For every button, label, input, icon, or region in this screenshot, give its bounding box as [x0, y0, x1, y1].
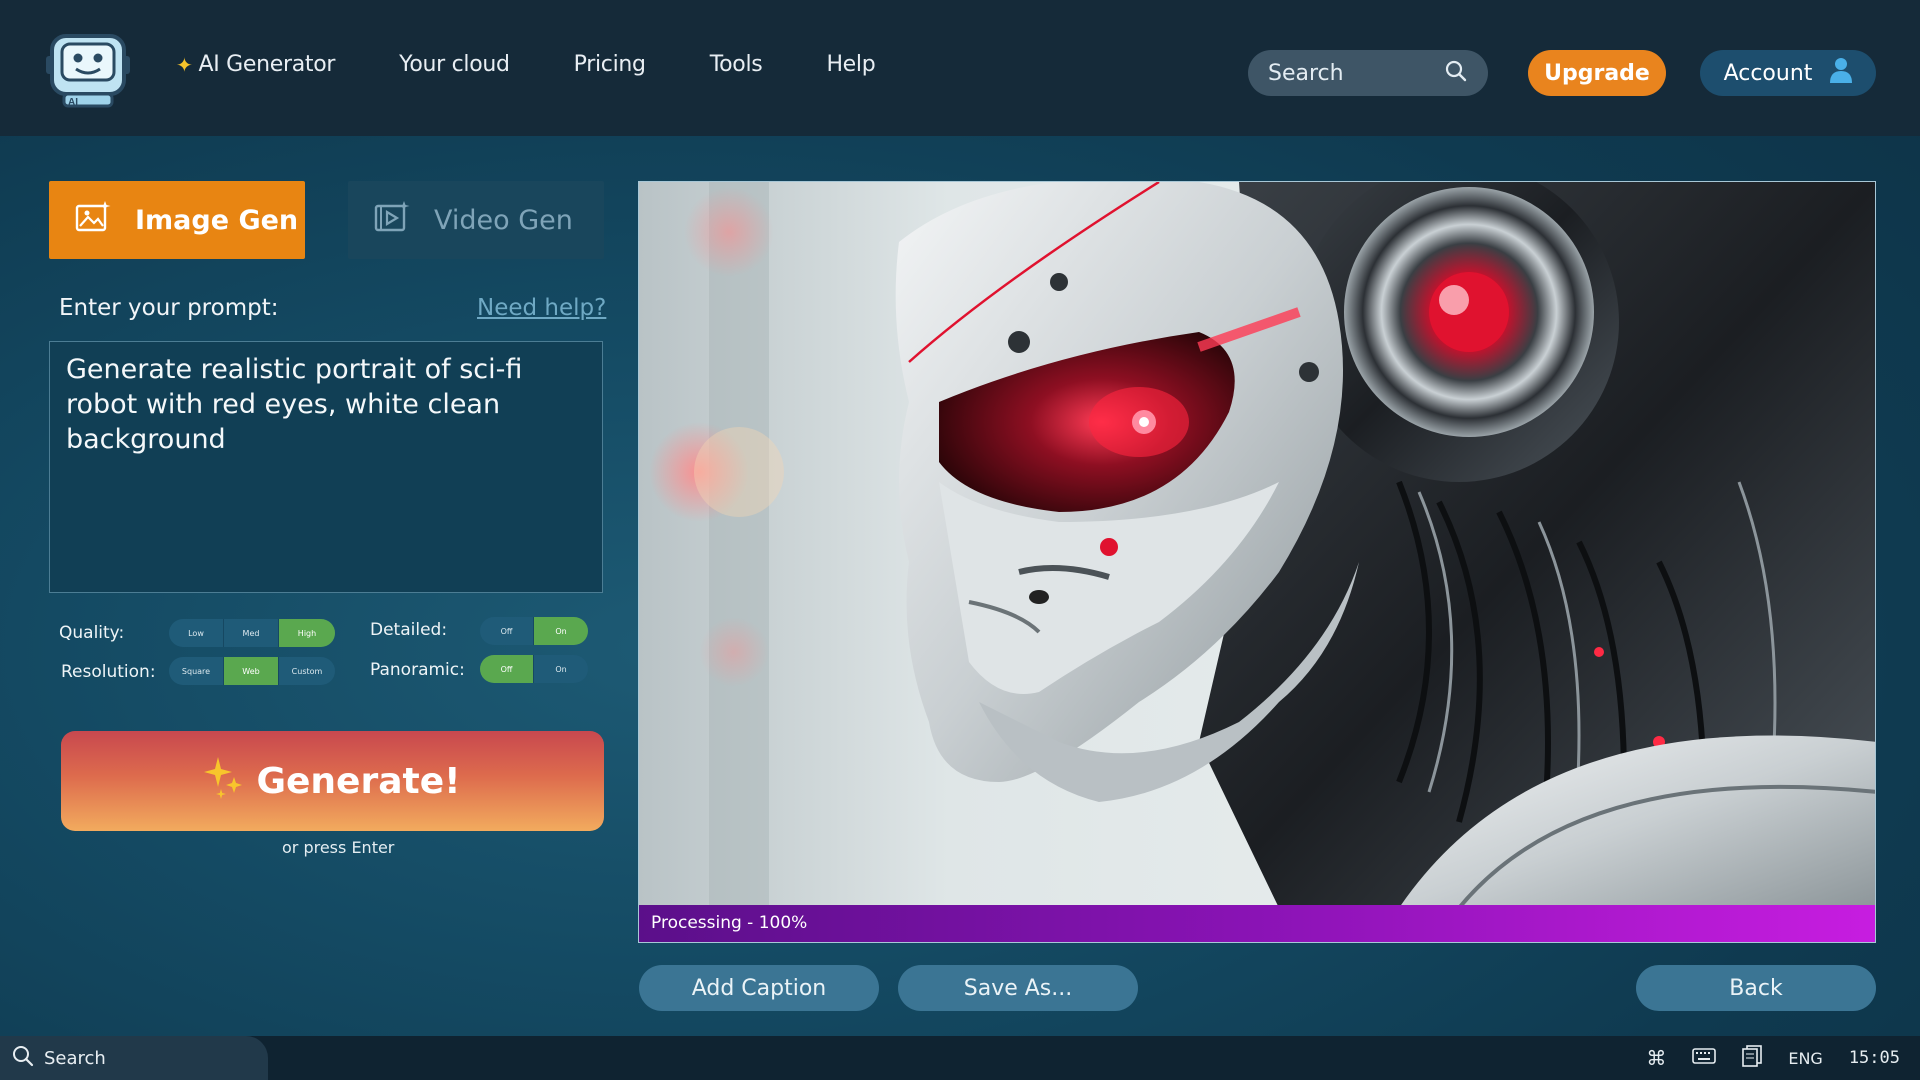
- video-gen-icon: [374, 200, 434, 241]
- generated-image[interactable]: [638, 181, 1876, 907]
- robot-portrait-image: [639, 182, 1875, 906]
- account-label: Account: [1723, 60, 1813, 86]
- command-key-icon[interactable]: ⌘: [1646, 1046, 1666, 1070]
- generate-button[interactable]: Generate!: [61, 731, 604, 831]
- sparkles-icon: [204, 755, 243, 808]
- tab-label: Image Gen: [135, 204, 299, 236]
- detailed-off[interactable]: Off: [480, 617, 534, 645]
- nav-label: Pricing: [573, 52, 646, 77]
- progress-bar: Processing - 100%: [638, 905, 1876, 943]
- detailed-toggle[interactable]: Off On: [480, 617, 588, 645]
- quality-selector[interactable]: Low Med High: [169, 619, 335, 647]
- progress-fill: [639, 905, 1875, 942]
- resolution-square[interactable]: Square: [169, 657, 224, 685]
- main-nav: ✦ AI Generator Your cloud Pricing Tools …: [176, 52, 939, 77]
- nav-label: Your cloud: [399, 52, 510, 77]
- resolution-selector[interactable]: Square Web Custom: [169, 657, 335, 685]
- resolution-custom[interactable]: Custom: [279, 657, 335, 685]
- keyboard-icon[interactable]: [1692, 1047, 1717, 1069]
- os-taskbar: Search ⌘ ENG 15:05: [0, 1036, 1920, 1080]
- nav-label: AI Generator: [198, 52, 336, 77]
- user-icon: [1830, 57, 1853, 89]
- tab-label: Video Gen: [434, 204, 573, 236]
- tab-video-gen[interactable]: Video Gen: [348, 181, 604, 259]
- generate-label: Generate!: [256, 760, 461, 802]
- taskbar-search[interactable]: Search: [0, 1036, 268, 1080]
- nav-your-cloud[interactable]: Your cloud: [399, 52, 510, 77]
- system-tray: ⌘ ENG 15:05: [1646, 1036, 1900, 1080]
- search-input[interactable]: Search: [1248, 50, 1488, 96]
- language-indicator[interactable]: ENG: [1788, 1049, 1822, 1068]
- back-button[interactable]: Back: [1636, 965, 1876, 1011]
- account-button[interactable]: Account: [1700, 50, 1876, 96]
- quality-med[interactable]: Med: [224, 619, 279, 647]
- save-as-button[interactable]: Save As...: [898, 965, 1138, 1011]
- quality-label: Quality:: [59, 623, 125, 643]
- search-placeholder: Search: [1268, 60, 1344, 86]
- progress-text: Processing - 100%: [651, 913, 808, 933]
- logo-text: AI: [68, 97, 78, 108]
- nav-label: Help: [826, 52, 876, 77]
- clock[interactable]: 15:05: [1849, 1048, 1900, 1068]
- prompt-label: Enter your prompt:: [59, 295, 279, 321]
- panoramic-off[interactable]: Off: [480, 655, 534, 683]
- taskbar-search-label: Search: [44, 1047, 106, 1069]
- quality-low[interactable]: Low: [169, 619, 224, 647]
- panoramic-on[interactable]: On: [534, 655, 588, 683]
- nav-tools[interactable]: Tools: [710, 52, 763, 77]
- nav-ai-generator[interactable]: ✦ AI Generator: [176, 52, 335, 77]
- notes-icon[interactable]: [1742, 1045, 1763, 1071]
- detailed-on[interactable]: On: [534, 617, 588, 645]
- press-enter-hint: or press Enter: [282, 838, 395, 857]
- resolution-web[interactable]: Web: [224, 657, 279, 685]
- add-caption-button[interactable]: Add Caption: [639, 965, 879, 1011]
- tab-image-gen[interactable]: Image Gen: [49, 181, 305, 259]
- search-icon: [12, 1045, 34, 1072]
- robot-logo-icon[interactable]: AI: [46, 30, 130, 108]
- prompt-textarea[interactable]: Generate realistic portrait of sci-fi ro…: [49, 341, 603, 593]
- quality-high[interactable]: High: [279, 619, 335, 647]
- sparkle-icon: ✦: [176, 52, 193, 77]
- panoramic-toggle[interactable]: Off On: [480, 655, 588, 683]
- detailed-label: Detailed:: [370, 620, 448, 640]
- panoramic-label: Panoramic:: [370, 660, 465, 680]
- top-navigation-bar: AI ✦ AI Generator Your cloud Pricing Too…: [0, 0, 1920, 136]
- nav-label: Tools: [709, 52, 763, 77]
- nav-help[interactable]: Help: [826, 52, 875, 77]
- resolution-label: Resolution:: [61, 662, 156, 682]
- need-help-link[interactable]: Need help?: [477, 295, 606, 321]
- upgrade-button[interactable]: Upgrade: [1528, 50, 1666, 96]
- search-icon[interactable]: [1444, 59, 1468, 87]
- image-gen-icon: [75, 200, 135, 241]
- nav-pricing[interactable]: Pricing: [574, 52, 646, 77]
